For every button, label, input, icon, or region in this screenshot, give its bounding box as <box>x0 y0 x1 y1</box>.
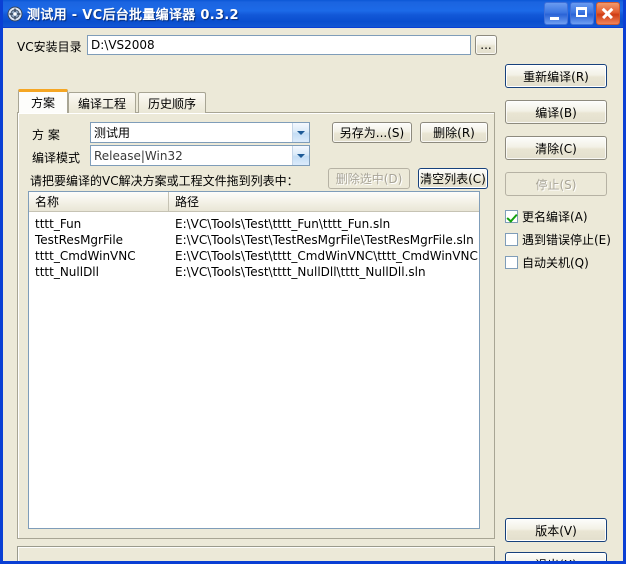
tab-scheme[interactable]: 方案 <box>18 89 69 113</box>
build-mode-value: Release|Win32 <box>94 148 183 163</box>
checkbox-label: 更名编译(A) <box>522 210 588 224</box>
cell-path: E:\VC\Tools\Test\tttt_NullDll\tttt_NullD… <box>175 265 426 279</box>
clean-button[interactable]: 清除(C) <box>505 136 607 160</box>
exit-button[interactable]: 退出(X) <box>505 552 607 561</box>
build-mode-label: 编译模式 <box>32 151 81 165</box>
checkbox-auto-shutdown[interactable]: 自动关机(Q) <box>505 254 623 271</box>
cell-name: tttt_CmdWinVNC <box>35 249 136 263</box>
cell-path: E:\VC\Tools\Test\tttt_CmdWinVNC\tttt_Cmd… <box>175 249 479 263</box>
tab-page-scheme: 方 案 测试用 另存为...(S) 删除(R) 编译模式 Release|Win… <box>17 112 495 539</box>
tab-build-projects[interactable]: 编译工程 <box>68 92 137 113</box>
stop-button[interactable]: 停止(S) <box>505 172 607 196</box>
checkbox-label: 自动关机(Q) <box>522 256 589 270</box>
cell-name: TestResMgrFile <box>35 233 124 247</box>
maximize-button[interactable] <box>570 2 594 25</box>
list-header: 名称 路径 <box>29 192 479 212</box>
cell-path: E:\VC\Tools\Test\TestResMgrFile\TestResM… <box>175 233 474 247</box>
application-window: 测试用 - VC后台批量编译器 0.3.2 VC安装目录 D:\VS2008 .… <box>0 0 626 564</box>
checkbox-stop-on-error[interactable]: 遇到错误停止(E) <box>505 231 623 248</box>
table-row[interactable]: tttt_Fun E:\VC\Tools\Test\tttt_Fun\tttt_… <box>29 216 479 232</box>
drop-hint-text: 请把要编译的VC解决方案或工程文件拖到列表中： <box>30 174 299 188</box>
column-header-path[interactable]: 路径 <box>169 192 479 211</box>
project-list[interactable]: 名称 路径 tttt_Fun E:\VC\Tools\Test\tttt_Fun… <box>28 191 480 529</box>
scheme-label: 方 案 <box>32 128 60 142</box>
build-button[interactable]: 编译(B) <box>505 100 607 124</box>
browse-directory-button[interactable]: ... <box>475 35 497 55</box>
app-gear-icon <box>7 6 23 21</box>
checkbox-rename-build[interactable]: 更名编译(A) <box>505 208 623 225</box>
checkbox-label: 遇到错误停止(E) <box>522 233 611 247</box>
version-button[interactable]: 版本(V) <box>505 518 607 542</box>
delete-scheme-button[interactable]: 删除(R) <box>420 122 488 143</box>
vc-directory-input[interactable]: D:\VS2008 <box>87 35 471 55</box>
minimize-button[interactable] <box>544 2 568 25</box>
table-row[interactable]: tttt_CmdWinVNC E:\VC\Tools\Test\tttt_Cmd… <box>29 248 479 264</box>
list-body: tttt_Fun E:\VC\Tools\Test\tttt_Fun\tttt_… <box>29 212 479 280</box>
action-panel: 重新编译(R) 编译(B) 清除(C) 停止(S) 更名编译(A) 遇到错误停止… <box>505 64 623 277</box>
chevron-down-icon[interactable] <box>292 123 309 142</box>
table-row[interactable]: tttt_NullDll E:\VC\Tools\Test\tttt_NullD… <box>29 264 479 280</box>
vc-directory-value: D:\VS2008 <box>91 38 155 52</box>
checkbox-box-icon <box>505 210 518 223</box>
tab-history-order[interactable]: 历史顺序 <box>138 92 207 113</box>
rebuild-button[interactable]: 重新编译(R) <box>505 64 607 88</box>
footer-buttons: 版本(V) 退出(X) <box>505 518 623 561</box>
status-bar <box>17 546 495 561</box>
vc-directory-label: VC安装目录 <box>17 40 82 54</box>
delete-selected-button[interactable]: 删除选中(D) <box>328 168 410 189</box>
scheme-value: 测试用 <box>94 126 131 140</box>
tab-control: 方案 编译工程 历史顺序 方 案 测试用 另存为...(S) 删除(R) 编译模… <box>17 89 495 539</box>
tab-strip: 方案 编译工程 历史顺序 <box>17 89 495 113</box>
clear-list-button[interactable]: 清空列表(C) <box>418 168 488 189</box>
client-area: VC安装目录 D:\VS2008 ... 方案 编译工程 历史顺序 方 案 测试… <box>3 28 623 561</box>
status-text <box>18 547 494 557</box>
scheme-combobox[interactable]: 测试用 <box>90 122 310 143</box>
window-controls <box>544 2 620 25</box>
column-header-name[interactable]: 名称 <box>29 192 169 211</box>
close-button[interactable] <box>596 2 620 25</box>
save-as-button[interactable]: 另存为...(S) <box>332 122 412 143</box>
checkbox-box-icon <box>505 233 518 246</box>
title-bar: 测试用 - VC后台批量编译器 0.3.2 <box>3 0 623 28</box>
cell-name: tttt_NullDll <box>35 265 99 279</box>
window-title: 测试用 - VC后台批量编译器 0.3.2 <box>27 8 239 23</box>
cell-name: tttt_Fun <box>35 217 82 231</box>
table-row[interactable]: TestResMgrFile E:\VC\Tools\Test\TestResM… <box>29 232 479 248</box>
build-mode-combobox[interactable]: Release|Win32 <box>90 145 310 166</box>
cell-path: E:\VC\Tools\Test\tttt_Fun\tttt_Fun.sln <box>175 217 391 231</box>
chevron-down-icon[interactable] <box>292 146 309 165</box>
checkbox-box-icon <box>505 256 518 269</box>
